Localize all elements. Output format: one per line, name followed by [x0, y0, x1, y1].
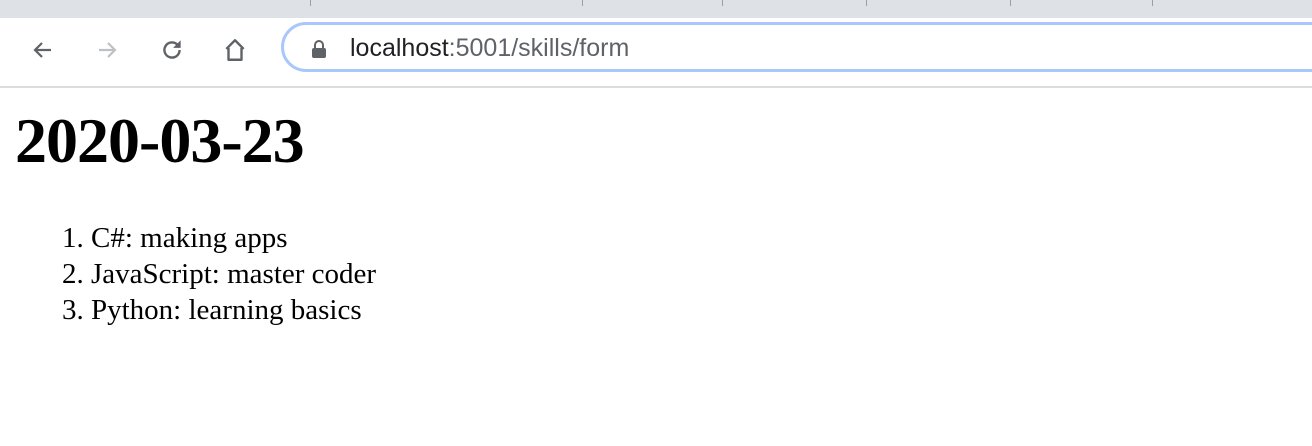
list-item: 1. C#: making apps	[62, 220, 376, 256]
url-path: :5001/skills/form	[448, 34, 630, 62]
item-number: 1.	[62, 222, 84, 254]
back-button[interactable]	[25, 32, 61, 68]
arrow-right-icon	[99, 42, 117, 58]
tab-separator	[866, 0, 867, 6]
reload-icon	[163, 40, 181, 59]
tab-separator	[1010, 0, 1011, 6]
skills-list: 1. C#: making apps 2. JavaScript: master…	[62, 220, 376, 328]
list-item: 3. Python: learning basics	[62, 292, 376, 328]
url-host: localhost	[350, 34, 449, 62]
tab-separator	[1152, 0, 1153, 6]
home-button[interactable]	[217, 32, 253, 68]
url-text[interactable]: localhost:5001/skills/form	[350, 34, 629, 63]
tab-separator	[582, 0, 583, 6]
tab-separator	[722, 0, 723, 6]
arrow-left-icon	[33, 42, 51, 58]
address-bar[interactable]: localhost:5001/skills/form	[281, 22, 1312, 72]
item-text: JavaScript: master coder	[91, 258, 377, 290]
item-text: Python: learning basics	[91, 294, 362, 326]
item-text: C#: making apps	[91, 222, 288, 254]
item-number: 2.	[62, 258, 84, 290]
tab-strip	[0, 0, 1312, 18]
lock-icon	[312, 40, 326, 58]
reload-button[interactable]	[154, 32, 190, 68]
browser-toolbar: localhost:5001/skills/form	[0, 18, 1312, 88]
item-number: 3.	[62, 294, 84, 326]
forward-button[interactable]	[89, 32, 125, 68]
page-title: 2020-03-23	[15, 105, 305, 176]
tab-separator	[310, 0, 311, 6]
list-item: 2. JavaScript: master coder	[62, 256, 376, 292]
home-icon	[225, 39, 245, 61]
